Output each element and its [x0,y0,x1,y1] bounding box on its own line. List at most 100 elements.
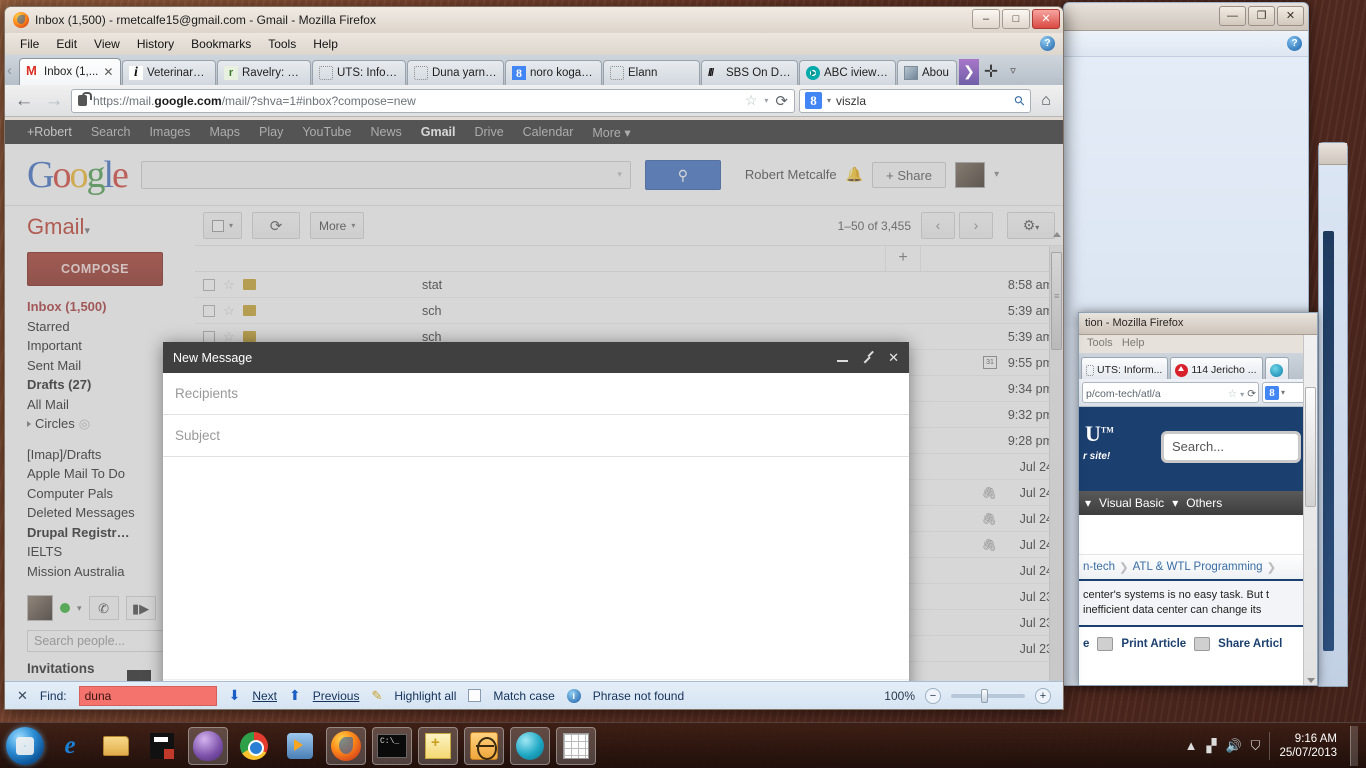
gbar-images[interactable]: Images [149,125,190,139]
tab-abc-iview[interactable]: ABC iview | ... [799,60,896,85]
row-checkbox[interactable] [203,331,215,343]
zoom-out-button[interactable]: − [925,688,941,704]
bg-sliver-titlebar[interactable] [1319,143,1347,165]
compose-button[interactable]: COMPOSE [27,252,163,286]
bg-menu-help[interactable]: Help [1122,337,1145,349]
notifications-bell-icon[interactable]: 🔔 [846,166,863,183]
google-top-bar[interactable]: +Robert Search Images Maps Play YouTube … [5,120,1063,144]
gbar-maps[interactable]: Maps [209,125,240,139]
gmail-toolbar[interactable]: ▾ ⟳ More ▾ 1–50 of 3,455 ‹ › ⚙▾ [195,206,1063,246]
recipients-field[interactable]: Recipients [163,373,909,415]
star-icon[interactable]: ☆ [1228,388,1237,400]
find-previous-button[interactable]: Previous [313,689,360,703]
bg-nav-caret-2[interactable]: ▾ [1172,496,1178,510]
bg-tab-other[interactable] [1265,357,1289,379]
zoom-slider[interactable] [951,694,1025,698]
show-hidden-icons[interactable]: ▲ [1185,738,1198,753]
find-next-arrow-icon[interactable]: ⬇ [229,687,241,704]
label-tag-icon[interactable] [243,331,256,342]
share-button[interactable]: + Share [872,162,946,188]
tab-veterinary[interactable]: i Veterinary I... [122,60,216,85]
gbar-calendar[interactable]: Calendar [523,125,574,139]
tab-ravelry[interactable]: r Ravelry: Kati... [217,60,311,85]
zoom-in-button[interactable]: + [1035,688,1051,704]
gbar-search[interactable]: Search [91,125,131,139]
compose-titlebar[interactable]: New Message ✕ [163,342,909,373]
star-icon[interactable]: ☆ [745,92,758,109]
firefox-navbar[interactable]: ← → https://mail.google.com/mail/?shva=1… [5,85,1063,117]
avatar[interactable] [955,162,985,188]
tab-elann[interactable]: Elann [603,60,700,85]
star-icon[interactable]: ☆ [223,303,235,319]
previous-page-button[interactable]: ‹ [921,212,955,239]
gmail-category-tabs[interactable]: + [195,246,1063,272]
subject-field[interactable]: Subject [163,415,909,457]
taskbar-notes[interactable] [418,727,458,765]
chevron-down-icon[interactable]: ▾ [617,169,622,180]
bg-tab-jericho[interactable]: 114 Jericho ... [1170,357,1262,379]
label-tag-icon[interactable] [243,305,256,316]
match-case-label[interactable]: Match case [493,689,554,703]
background-window-controls[interactable]: — ❐ ✕ [1219,6,1304,26]
close-icon[interactable]: ✕ [888,350,899,366]
tab-inbox[interactable]: Inbox (1,... ✕ [19,58,121,85]
scrollbar-thumb[interactable] [1051,252,1062,350]
gmail-search-button[interactable]: ⚲ [645,160,721,190]
tab-sbs-on-demand[interactable]: /// SBS On De... [701,60,798,85]
taskbar-black-app[interactable] [142,727,182,765]
gbar-youtube[interactable]: YouTube [302,125,351,139]
bg-firefox-scrollbar[interactable] [1303,335,1317,685]
menu-history[interactable]: History [130,35,181,53]
compose-window-controls[interactable]: ✕ [837,350,899,366]
clock[interactable]: 9:16 AM 25/07/2013 [1279,732,1341,760]
checkbox-icon[interactable] [212,220,224,232]
settings-gear-button[interactable]: ⚙▾ [1007,212,1055,239]
taskbar-chrome[interactable] [234,727,274,765]
find-close-button[interactable]: ✕ [17,688,28,704]
firefox-tabstrip[interactable]: ‹ Inbox (1,... ✕ i Veterinary I... r Rav… [5,55,1063,85]
chevron-down-icon[interactable]: ▾ [1281,388,1285,397]
menu-view[interactable]: View [87,35,127,53]
bg-firefox-menubar[interactable]: Tools Help [1079,335,1317,353]
more-dropdown[interactable]: More ▾ [310,212,364,239]
background-window-titlebar[interactable]: — ❐ ✕ [1064,3,1308,31]
gmail-logo[interactable]: Gmail▾ [27,214,195,240]
taskbar-command-prompt[interactable]: C:\_ [372,727,412,765]
find-next-button[interactable]: Next [252,689,277,703]
url-bar-icons[interactable]: ☆ ▾ ⟳ [745,92,788,110]
taskbar-purple-app[interactable] [188,727,228,765]
taskbar-globe-app[interactable] [464,727,504,765]
bg-site-search-input[interactable]: Search... [1161,431,1301,463]
scroll-down-arrow[interactable] [1307,678,1315,683]
window-controls[interactable]: – □ ✕ [972,9,1060,29]
bg-menu-tools[interactable]: Tools [1087,337,1113,349]
start-button[interactable] [6,727,44,765]
search-people-input[interactable]: Search people... [27,630,167,652]
google-account-area[interactable]: Robert Metcalfe 🔔 + Share ▾ [745,162,999,188]
breadcrumb-item-2[interactable]: ATL & WTL Programming [1133,561,1263,573]
label-tag-icon[interactable] [243,279,256,290]
bg-firefox-navbar[interactable]: p/com-tech/atl/a ☆ ▾ ⟳ 8 ▾ [1079,379,1317,407]
highlight-all-button[interactable]: Highlight all [394,689,456,703]
add-category-tab-button[interactable]: + [885,246,921,271]
chevron-down-icon[interactable]: ▾ [994,169,999,180]
table-row[interactable]: ☆sch5:39 am [195,298,1063,324]
chevron-down-icon[interactable]: ▾ [1240,390,1244,399]
bg-firefox-tabstrip[interactable]: UTS: Inform... 114 Jericho ... [1079,353,1317,379]
bg-minimize-button[interactable]: — [1219,6,1246,26]
bg-nav-others[interactable]: Others [1186,496,1222,510]
background-firefox-window[interactable]: tion - Mozilla Firefox Tools Help UTS: I… [1078,312,1318,686]
bg-sliver-scrollbar[interactable] [1323,231,1334,651]
shield-icon[interactable]: ⛉ [1251,738,1261,754]
chevron-down-icon[interactable]: ▾ [764,96,768,105]
bg-nav-caret[interactable]: ▾ [1085,496,1091,510]
tab-list-icon[interactable]: ▿ [1003,57,1023,85]
volume-icon[interactable]: 🔊 [1225,738,1241,754]
star-icon[interactable]: ☆ [223,277,235,293]
message-list-scrollbar[interactable] [1049,246,1063,709]
minimize-icon[interactable] [837,351,848,364]
match-case-checkbox[interactable] [468,689,481,702]
new-tab-button[interactable]: ✛ [980,59,1002,85]
row-checkbox[interactable] [203,305,215,317]
taskbar-media-player[interactable] [280,727,320,765]
